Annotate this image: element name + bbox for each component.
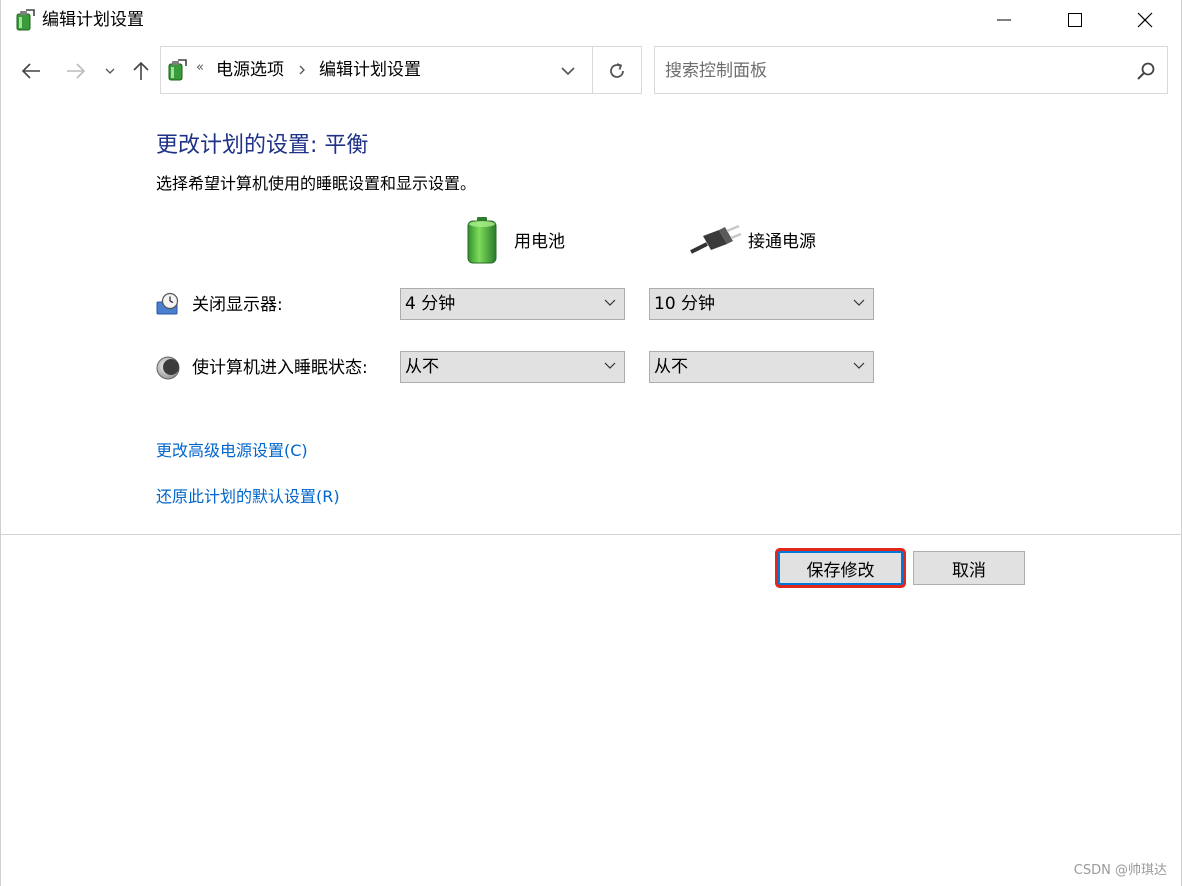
up-button[interactable] xyxy=(127,58,155,84)
page-description: 选择希望计算机使用的睡眠设置和显示设置。 xyxy=(156,174,477,193)
advanced-power-settings-link[interactable]: 更改高级电源设置(C) xyxy=(156,440,308,462)
sleep-battery-value: 从不 xyxy=(405,357,439,377)
chevron-right-icon[interactable] xyxy=(298,64,306,76)
restore-defaults-link[interactable]: 还原此计划的默认设置(R) xyxy=(156,486,340,508)
page-title: 更改计划的设置: 平衡 xyxy=(156,133,369,158)
save-changes-button[interactable]: 保存修改 xyxy=(778,551,903,585)
cancel-button[interactable]: 取消 xyxy=(913,551,1025,585)
power-options-icon xyxy=(168,59,187,81)
chevron-down-icon xyxy=(853,362,865,369)
search-icon[interactable] xyxy=(1135,60,1157,82)
refresh-button[interactable] xyxy=(601,57,633,85)
address-divider xyxy=(592,47,593,93)
breadcrumb-edit-plan[interactable]: 编辑计划设置 xyxy=(319,59,421,81)
watermark: CSDN @帅琪达 xyxy=(1073,863,1167,878)
maximize-button[interactable] xyxy=(1046,0,1104,40)
address-history-dropdown[interactable] xyxy=(554,57,582,85)
arrow-left-icon xyxy=(21,63,40,79)
chevron-down-icon xyxy=(604,362,616,369)
chevron-down-icon xyxy=(604,299,616,306)
battery-icon xyxy=(467,217,497,264)
close-button[interactable] xyxy=(1116,0,1174,40)
search-input[interactable] xyxy=(665,57,1125,85)
minimize-icon xyxy=(997,19,1011,21)
search-box[interactable] xyxy=(654,46,1168,94)
sleep-label: 使计算机进入睡眠状态: xyxy=(192,358,368,378)
chevron-down-icon xyxy=(561,67,575,76)
footer-divider xyxy=(1,534,1182,535)
breadcrumb-power-options[interactable]: 电源选项 xyxy=(216,59,284,81)
power-options-icon xyxy=(16,9,35,31)
sleep-battery-select[interactable]: 从不 xyxy=(400,351,625,383)
column-plugged-in-label: 接通电源 xyxy=(748,232,816,252)
column-battery-label: 用电池 xyxy=(514,232,565,252)
display-battery-select[interactable]: 4 分钟 xyxy=(400,288,625,320)
sleep-plugged-select[interactable]: 从不 xyxy=(649,351,874,383)
window-title: 编辑计划设置 xyxy=(42,10,144,30)
minimize-button[interactable] xyxy=(975,0,1033,40)
refresh-icon xyxy=(610,63,624,78)
display-plugged-select[interactable]: 10 分钟 xyxy=(649,288,874,320)
arrow-right-icon xyxy=(67,63,86,79)
display-battery-value: 4 分钟 xyxy=(405,294,456,314)
turn-off-display-label: 关闭显示器: xyxy=(192,295,283,315)
back-button[interactable] xyxy=(17,58,45,84)
sleep-plugged-value: 从不 xyxy=(654,357,688,377)
chevron-down-icon xyxy=(105,68,115,74)
sleep-moon-icon xyxy=(156,356,180,380)
navigation-bar: « 电源选项 编辑计划设置 xyxy=(1,44,1182,96)
edit-plan-settings-window: 编辑计划设置 « 电源选项 编辑计划设置 搜索控制面板 更改计划的设置: 平衡 … xyxy=(0,0,1182,886)
close-icon xyxy=(1137,12,1153,28)
chevron-down-icon xyxy=(853,299,865,306)
address-bar[interactable]: « 电源选项 编辑计划设置 xyxy=(160,46,642,94)
title-bar: 编辑计划设置 xyxy=(1,0,1182,40)
arrow-up-icon xyxy=(133,61,149,80)
forward-button[interactable] xyxy=(62,58,90,84)
power-plug-icon xyxy=(690,224,741,254)
display-clock-icon xyxy=(156,292,179,315)
recent-locations-button[interactable] xyxy=(99,58,121,84)
maximize-icon xyxy=(1068,13,1082,27)
display-plugged-value: 10 分钟 xyxy=(654,294,716,314)
breadcrumb-overflow[interactable]: « xyxy=(196,60,204,75)
